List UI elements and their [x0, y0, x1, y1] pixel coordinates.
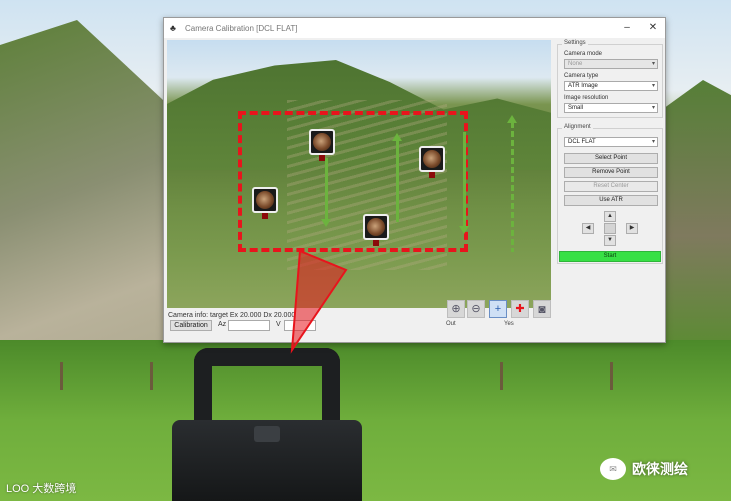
- calibration-button[interactable]: Calibration: [170, 320, 212, 331]
- app-icon: ♣: [170, 23, 176, 33]
- chevron-down-icon: ▾: [651, 105, 655, 111]
- prism-target[interactable]: [419, 146, 445, 178]
- dpad-left-button[interactable]: ◀: [582, 223, 594, 234]
- arrow-up: [392, 133, 402, 222]
- chevron-down-icon: ▾: [651, 139, 655, 145]
- selection-rectangle[interactable]: [238, 111, 468, 252]
- alignment-group-title: Alignment: [562, 124, 593, 130]
- calibration-window: ♣ Camera Calibration [DCL FLAT] – ✕ Came…: [163, 17, 666, 343]
- fence-post: [60, 362, 63, 390]
- prism-target[interactable]: [252, 187, 278, 219]
- fence-post: [500, 362, 503, 390]
- total-station: [172, 348, 362, 501]
- watermark-left-text: 大数跨境: [32, 483, 77, 495]
- az-input[interactable]: [228, 320, 270, 331]
- watermark-right-text: 欧徕测绘: [632, 461, 688, 477]
- arrow-up-outside: [507, 115, 517, 252]
- start-button[interactable]: Start: [559, 251, 661, 262]
- dpad-center: [604, 223, 616, 234]
- dpad-up-button[interactable]: ▲: [604, 211, 616, 222]
- watermark-right: ✉ 欧徕测绘: [600, 458, 688, 480]
- close-button[interactable]: ✕: [646, 21, 660, 35]
- minimize-button[interactable]: –: [620, 21, 634, 35]
- fence-post: [610, 362, 613, 390]
- side-panel: Settings Camera mode None ▾ Camera type A…: [557, 40, 663, 286]
- camera-mode-label: Camera mode: [564, 51, 603, 57]
- az-label: Az: [218, 321, 227, 328]
- title-bar[interactable]: ♣ Camera Calibration [DCL FLAT] – ✕: [164, 18, 665, 38]
- chevron-down-icon: ▾: [651, 83, 655, 89]
- fence-post: [150, 362, 153, 390]
- image-resolution-select[interactable]: Small ▾: [564, 103, 658, 113]
- watermark-left: LOO 大数跨境: [6, 480, 76, 496]
- dpad-right-button[interactable]: ▶: [626, 223, 638, 234]
- crosshair-icon[interactable]: +: [489, 300, 507, 318]
- wechat-icon: ✉: [600, 458, 626, 480]
- camera-icon[interactable]: ◙: [533, 300, 551, 318]
- alignment-select[interactable]: DCL FLAT ▾: [564, 137, 658, 147]
- image-resolution-label: Image resolution: [564, 95, 609, 101]
- alignment-group: Alignment DCL FLAT ▾ Select Point Remove …: [557, 124, 663, 264]
- settings-group-title: Settings: [562, 40, 588, 46]
- settings-group: Settings Camera mode None ▾ Camera type A…: [557, 40, 663, 118]
- zoom-out-icon[interactable]: ⊖: [467, 300, 485, 318]
- camera-type-select[interactable]: ATR Image ▾: [564, 81, 658, 91]
- dpad-down-button[interactable]: ▼: [604, 235, 616, 246]
- camera-view[interactable]: [167, 40, 551, 308]
- arrow-down: [459, 132, 469, 234]
- remove-point-button[interactable]: Remove Point: [564, 167, 658, 178]
- camera-mode-select: None ▾: [564, 59, 658, 69]
- camera-type-label: Camera type: [564, 73, 599, 79]
- total-station-lens: [254, 426, 280, 442]
- watermark-left-logo: LOO: [6, 483, 30, 495]
- chevron-down-icon: ▾: [651, 61, 655, 67]
- tool-caption-left: Out: [446, 321, 456, 327]
- reset-center-button: Reset Center: [564, 181, 658, 192]
- prism-target[interactable]: [309, 129, 335, 161]
- camera-status-text: Camera info: target Ex 20.000 Dx 20.000: [168, 312, 296, 319]
- pin-icon[interactable]: ✚: [511, 300, 529, 318]
- v-label: V: [276, 321, 281, 328]
- prism-target[interactable]: [363, 214, 389, 246]
- zoom-in-icon[interactable]: ⊕: [447, 300, 465, 318]
- select-point-button[interactable]: Select Point: [564, 153, 658, 164]
- window-title: Camera Calibration [DCL FLAT]: [185, 23, 298, 33]
- tool-caption-right: Yes: [504, 321, 514, 327]
- use-atr-button[interactable]: Use ATR: [564, 195, 658, 206]
- arrow-down: [321, 158, 331, 227]
- v-input[interactable]: [284, 320, 316, 331]
